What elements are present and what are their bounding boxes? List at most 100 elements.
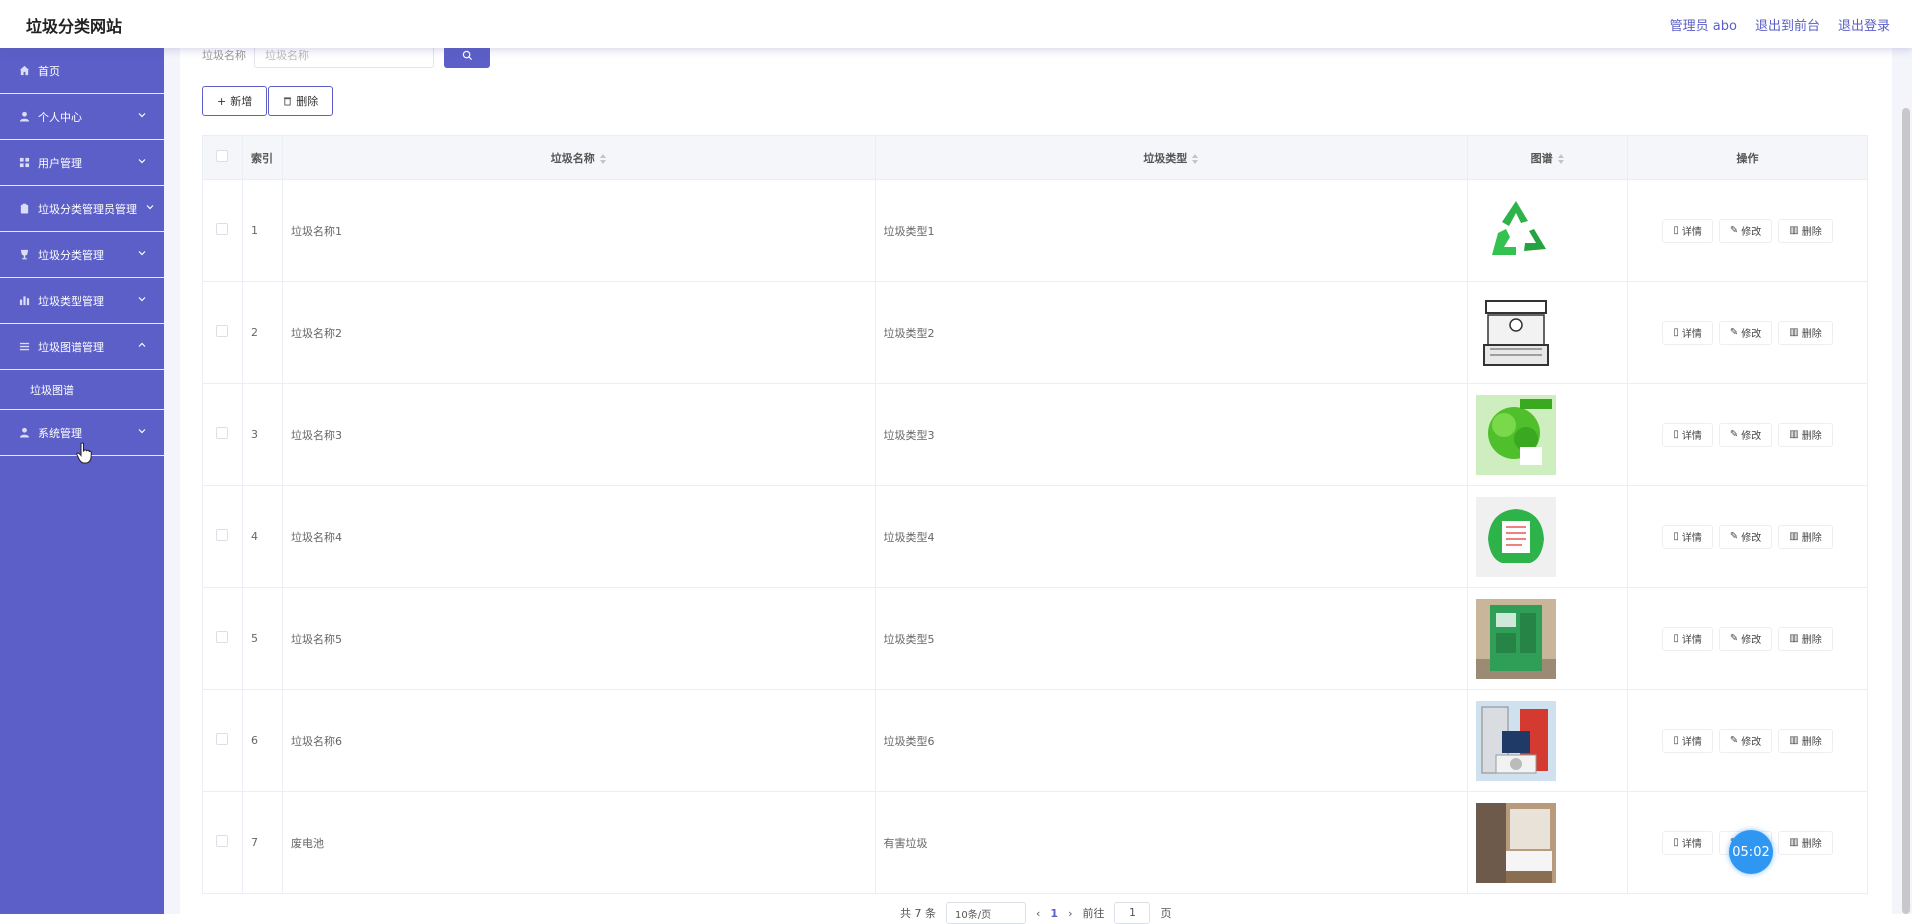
edit-button[interactable]: ✎修改: [1718, 524, 1773, 549]
goto-page-input[interactable]: 1: [1114, 902, 1151, 924]
home-appliances-image[interactable]: [1476, 700, 1557, 781]
sidebar-item-type-management[interactable]: 垃圾类型管理: [0, 278, 164, 324]
chevron-up-icon: [138, 342, 146, 347]
recycling-bin-machine-image[interactable]: [1476, 598, 1557, 679]
current-page[interactable]: 1: [1050, 907, 1058, 920]
add-button[interactable]: + 新增: [202, 86, 268, 116]
trash-icon: ▥: [1789, 429, 1799, 440]
timer-badge[interactable]: 05:02: [1729, 830, 1773, 874]
sidebar-item-label: 用户管理: [38, 156, 82, 170]
sidebar-item-user-management[interactable]: 用户管理: [0, 140, 164, 186]
row-checkbox[interactable]: [216, 529, 229, 541]
header-name[interactable]: 垃圾名称: [282, 135, 876, 180]
pencil-icon: ✎: [1729, 327, 1739, 338]
edit-button[interactable]: ✎修改: [1718, 626, 1773, 651]
green-tree-poster-image[interactable]: [1476, 394, 1557, 475]
page-size-select[interactable]: 10条/页: [946, 902, 1026, 924]
trash-icon: ▥: [1789, 735, 1799, 746]
sidebar-subitem-label: 垃圾图谱: [30, 383, 74, 397]
detail-button[interactable]: ▯ 详情: [1662, 422, 1713, 447]
row-checkbox[interactable]: [216, 835, 229, 847]
row-ops: ▯详情 ✎修改 ▥删除: [1627, 485, 1868, 588]
row-type: 垃圾类型5: [875, 587, 1469, 690]
document-icon: ▯: [1673, 531, 1679, 542]
select-all-checkbox[interactable]: [216, 150, 229, 162]
goto-prefix: 前往: [1082, 907, 1105, 920]
sidebar-item-label: 个人中心: [38, 110, 82, 124]
back-to-front-link[interactable]: 退出到前台: [1755, 15, 1820, 34]
search-placeholder: 垃圾名称: [265, 49, 309, 62]
detail-button[interactable]: ▯ 详情: [1662, 320, 1713, 345]
row-check-cell: [202, 383, 243, 486]
pencil-icon: ✎: [1729, 531, 1739, 542]
chevron-down-icon: [138, 159, 146, 164]
edit-button[interactable]: ✎修改: [1718, 728, 1773, 753]
row-checkbox[interactable]: [216, 427, 229, 439]
sort-icon[interactable]: [1192, 153, 1199, 164]
row-checkbox[interactable]: [216, 631, 229, 643]
sidebar-item-classification-management[interactable]: 垃圾分类管理: [0, 232, 164, 278]
chevron-down-icon: [138, 113, 146, 118]
row-ops: ▯详情 ✎修改 ▥删除: [1627, 179, 1868, 282]
logout-link[interactable]: 退出登录: [1838, 15, 1890, 34]
row-type: 垃圾类型6: [875, 689, 1469, 792]
header-type[interactable]: 垃圾类型: [875, 135, 1469, 180]
header-name-label: 垃圾名称: [550, 151, 595, 165]
green-house-sign-image[interactable]: [1476, 496, 1557, 577]
sidebar: 首页 个人中心 用户管理 垃圾分类管理员管理 垃圾分类管理 垃圾类型管理 垃圾图…: [0, 48, 164, 914]
row-checkbox[interactable]: [216, 733, 229, 745]
batch-delete-button[interactable]: 删除: [268, 86, 334, 116]
detail-button[interactable]: ▯ 详情: [1662, 626, 1713, 651]
sidebar-item-atlas-management[interactable]: 垃圾图谱管理: [0, 324, 164, 370]
document-icon: ▯: [1673, 225, 1679, 236]
user-icon: [18, 111, 30, 123]
delete-button[interactable]: ▥ 删除: [1778, 218, 1833, 243]
sidebar-item-personal-center[interactable]: 个人中心: [0, 94, 164, 140]
row-check-cell: [202, 281, 243, 384]
delete-button[interactable]: ▥ 删除: [1778, 830, 1833, 855]
header-image[interactable]: 图谱: [1467, 135, 1629, 180]
sketch-kiosk-image[interactable]: [1476, 292, 1557, 373]
detail-button[interactable]: ▯ 详情: [1662, 830, 1713, 855]
edit-button[interactable]: ✎修改: [1718, 320, 1773, 345]
row-index: 4: [242, 485, 283, 588]
sidebar-item-home[interactable]: 首页: [0, 48, 164, 94]
pencil-icon: ✎: [1729, 735, 1739, 746]
row-index: 3: [242, 383, 283, 486]
sidebar-item-admin-management[interactable]: 垃圾分类管理员管理: [0, 186, 164, 232]
page-scrollbar[interactable]: [1902, 108, 1910, 914]
main-content: 垃圾名称 垃圾名称 + 新增 删除 索引 垃圾名称 垃圾类型 图谱 操作 1 垃…: [164, 42, 1912, 924]
next-page-button[interactable]: ›: [1068, 907, 1072, 920]
header-ops: 操作: [1627, 135, 1868, 180]
delete-button[interactable]: ▥ 删除: [1778, 422, 1833, 447]
list-icon: [18, 341, 30, 353]
row-checkbox[interactable]: [216, 325, 229, 337]
row-name: 垃圾名称1: [282, 179, 876, 282]
sidebar-subitem-atlas[interactable]: 垃圾图谱: [0, 370, 164, 410]
hotel-room-image[interactable]: [1476, 802, 1557, 883]
sort-icon[interactable]: [1557, 153, 1565, 164]
detail-button[interactable]: ▯ 详情: [1662, 524, 1713, 549]
row-checkbox[interactable]: [216, 223, 229, 235]
prev-page-button[interactable]: ‹: [1036, 907, 1040, 920]
table-row: 5 垃圾名称5 垃圾类型5 ▯ 详情 ✎ 修改 ▥ 删除: [202, 587, 1868, 690]
atlas-table: 索引 垃圾名称 垃圾类型 图谱 操作 1 垃圾名称1 垃圾类型1 ▯ 详情 ✎ …: [202, 135, 1868, 894]
delete-button[interactable]: ▥ 删除: [1778, 524, 1833, 549]
detail-button[interactable]: ▯ 详情: [1662, 218, 1713, 243]
row-ops: ▯详情 ✎修改 ▥删除: [1627, 689, 1868, 792]
recycle-symbol-image[interactable]: [1476, 190, 1557, 271]
delete-label: 删除: [1801, 533, 1822, 544]
sort-icon[interactable]: [599, 153, 607, 164]
row-name: 废电池: [282, 791, 876, 894]
detail-button[interactable]: ▯ 详情: [1662, 728, 1713, 753]
edit-button[interactable]: ✎修改: [1718, 422, 1773, 447]
delete-button[interactable]: ▥ 删除: [1778, 626, 1833, 651]
delete-button[interactable]: ▥ 删除: [1778, 728, 1833, 753]
row-ops: ▯详情 ✎修改 ▥删除: [1627, 383, 1868, 486]
delete-button[interactable]: ▥ 删除: [1778, 320, 1833, 345]
trash-icon: ▥: [1789, 327, 1799, 338]
table-row: 1 垃圾名称1 垃圾类型1 ▯ 详情 ✎ 修改 ▥ 删除: [202, 179, 1868, 282]
chevron-down-icon: [138, 297, 146, 302]
row-image-cell: [1467, 485, 1629, 588]
edit-button[interactable]: ✎修改: [1718, 218, 1773, 243]
